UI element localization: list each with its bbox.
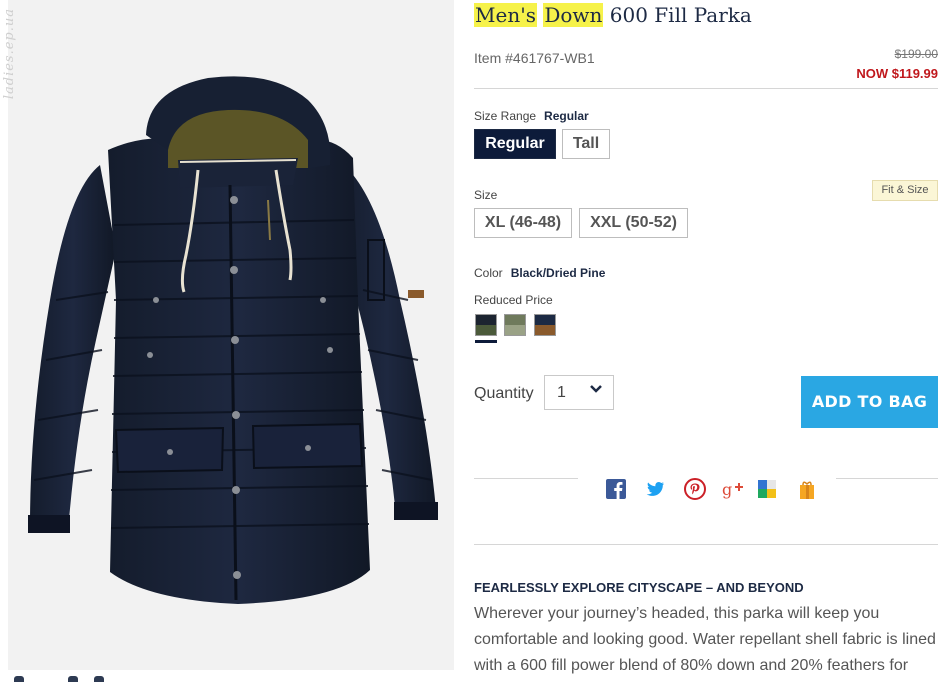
thumbnail-icon[interactable] (14, 676, 24, 682)
pinterest-icon[interactable] (684, 478, 706, 500)
thumbnail-icon[interactable] (68, 676, 78, 682)
selected-swatch-indicator (475, 340, 497, 343)
add-to-bag-button[interactable]: ADD TO BAG (801, 376, 938, 428)
fit-size-link[interactable]: Fit & Size (872, 180, 938, 201)
size-range-label-text: Size Range (474, 109, 537, 123)
title-highlight: Men's (474, 3, 537, 27)
reduced-price-label: Reduced Price (474, 293, 553, 307)
watermark: ladies.ep.ua (2, 8, 24, 128)
quantity-value: 1 (557, 384, 566, 401)
size-range-selected: Regular (544, 109, 589, 123)
color-label-text: Color (474, 266, 503, 280)
description-body: Wherever your journey’s headed, this par… (474, 605, 936, 674)
delicious-icon[interactable] (756, 478, 778, 500)
quantity-select[interactable]: 1 (544, 375, 614, 410)
facebook-icon[interactable] (605, 478, 627, 500)
size-xl-button[interactable]: XL (46-48) (474, 208, 572, 238)
quantity-label: Quantity (474, 385, 534, 402)
color-label: Color Black/Dried Pine (474, 266, 605, 280)
color-swatch-black-dried-pine[interactable] (475, 314, 497, 336)
divider (836, 478, 938, 479)
description-heading: FEARLESSLY EXPLORE CITYSCAPE – AND BEYON… (474, 580, 804, 595)
divider (474, 544, 938, 545)
svg-text:g: g (722, 480, 732, 499)
twitter-icon[interactable] (644, 478, 666, 500)
color-selected: Black/Dried Pine (510, 266, 606, 280)
divider (474, 88, 938, 89)
size-range-tall-button[interactable]: Tall (562, 129, 610, 159)
color-swatch-olive[interactable] (504, 314, 526, 336)
item-number: Item #461767-WB1 (474, 50, 595, 66)
google-plus-icon[interactable]: g (722, 478, 744, 500)
product-title: Men's Down 600 Fill Parka (474, 3, 752, 27)
thumbnail-icon[interactable] (94, 676, 104, 682)
title-highlight: Down (543, 3, 604, 27)
parka-illustration (28, 76, 438, 604)
divider (474, 478, 578, 479)
watermark-text: ladies.ep.ua (2, 8, 17, 100)
size-label: Size (474, 188, 498, 202)
title-text: 600 Fill Parka (609, 3, 752, 27)
gift-icon[interactable] (796, 478, 818, 500)
size-range-regular-button[interactable]: Regular (474, 129, 556, 159)
product-image[interactable] (8, 0, 454, 670)
color-swatch-navy-brown[interactable] (534, 314, 556, 336)
size-xxl-button[interactable]: XXL (50-52) (579, 208, 688, 238)
original-price: $199.00 (894, 47, 938, 61)
chevron-down-icon (590, 385, 602, 393)
size-range-label: Size Range Regular (474, 109, 589, 123)
thumbnail-strip[interactable] (8, 670, 454, 682)
sale-price: NOW $119.99 (856, 66, 938, 81)
